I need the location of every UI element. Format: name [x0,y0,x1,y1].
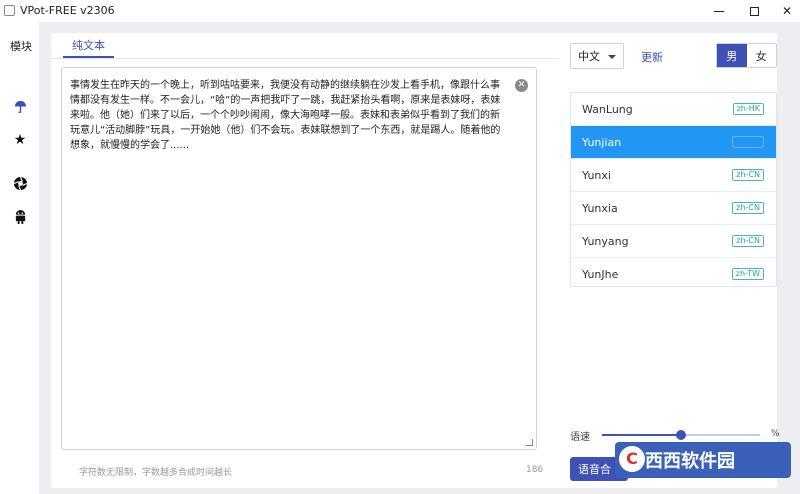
voice-panel: 中文 更新 男 女 WanLung zh-HK Yunjian zh-CN Yu… [558,33,780,488]
voice-item[interactable]: Yunxia zh-CN [571,192,776,225]
char-count: 186 [526,465,544,475]
locale-badge: zh-HK [732,103,764,115]
gender-female-button[interactable]: 女 [747,44,777,67]
speed-slider-fill [602,434,681,436]
nav-item-favorites[interactable]: ★ [12,132,28,148]
watermark: C 西西软件园 [615,442,791,478]
app-icon [4,5,15,16]
voice-item[interactable]: YunJhe zh-TW [571,258,776,291]
main-area: 纯文本 事情发生在昨天的一个晚上，听到咕咕要来，我便没有动静的继续躺在沙发上看手… [40,22,800,494]
watermark-logo: C [619,446,645,472]
clear-text-button[interactable]: ✕ [515,79,528,92]
nav-item-aperture[interactable] [12,175,28,191]
gender-male-button[interactable]: 男 [717,44,747,67]
editor-panel: 纯文本 事情发生在昨天的一个晚上，听到咕咕要来，我便没有动静的继续躺在沙发上看手… [51,33,586,488]
voice-item[interactable]: Yunxi zh-CN [571,159,776,192]
star-icon: ★ [13,132,27,148]
voice-item[interactable]: Yunyang zh-CN [571,225,776,258]
voice-name: Yunjian [582,135,622,149]
locale-badge: zh-TW [731,268,764,280]
language-value: 中文 [578,50,600,63]
speed-slider[interactable] [602,430,760,440]
close-button[interactable]: ✕ [770,0,800,22]
nav-item-android[interactable] [12,208,28,224]
voice-item-selected[interactable]: Yunjian zh-CN [571,126,776,159]
refresh-button[interactable]: 更新 [641,49,663,65]
speed-label: 语速 [570,432,590,443]
clear-icon: ✕ [517,80,526,90]
locale-badge: zh-CN [732,169,764,181]
nav-modules-label: 模块 [10,40,32,53]
language-select[interactable]: 中文 [570,43,624,69]
voice-name: Yunxi [582,168,611,182]
minimize-button[interactable] [702,0,736,22]
voice-name: WanLung [582,102,633,116]
umbrella-icon [14,100,26,113]
chevron-down-icon [608,55,616,59]
text-input-area[interactable]: 事情发生在昨天的一个晚上，听到咕咕要来，我便没有动静的继续躺在沙发上看手机，像跟… [61,67,537,450]
left-nav: 模块 ★ [0,22,40,494]
minimize-icon [714,10,724,12]
maximize-button[interactable] [737,0,771,22]
text-content[interactable]: 事情发生在昨天的一个晚上，听到咕咕要来，我便没有动静的继续躺在沙发上看手机，像跟… [70,78,504,153]
voice-item[interactable]: WanLung zh-HK [571,93,776,126]
locale-badge: zh-CN [732,235,764,247]
title-bar: VPot-FREE v2306 ✕ [0,0,800,22]
voice-name: YunJhe [582,268,619,281]
speed-slider-thumb[interactable] [676,430,686,440]
speed-unit: % [771,429,780,439]
voice-name: Yunyang [582,234,629,248]
char-limit-hint: 字符数无限制，字数越多合成时间越长 [79,468,233,478]
nav-item-tts[interactable] [12,98,28,114]
locale-badge: zh-CN [732,136,764,148]
maximize-icon [749,6,759,16]
speed-row: 语速 % [570,426,780,443]
gender-toggle: 男 女 [716,43,777,68]
watermark-text: 西西软件园 [645,451,735,472]
tab-plain-text[interactable]: 纯文本 [63,33,114,58]
resize-grip-icon[interactable] [526,439,533,446]
window-title: VPot-FREE v2306 [20,4,115,17]
close-icon: ✕ [781,4,793,18]
voice-name: Yunxia [582,201,618,215]
locale-badge: zh-CN [732,202,764,214]
tab-divider [51,58,586,59]
voice-list: WanLung zh-HK Yunjian zh-CN Yunxi zh-CN … [570,92,777,287]
aperture-icon [13,176,27,190]
android-icon [15,209,25,224]
